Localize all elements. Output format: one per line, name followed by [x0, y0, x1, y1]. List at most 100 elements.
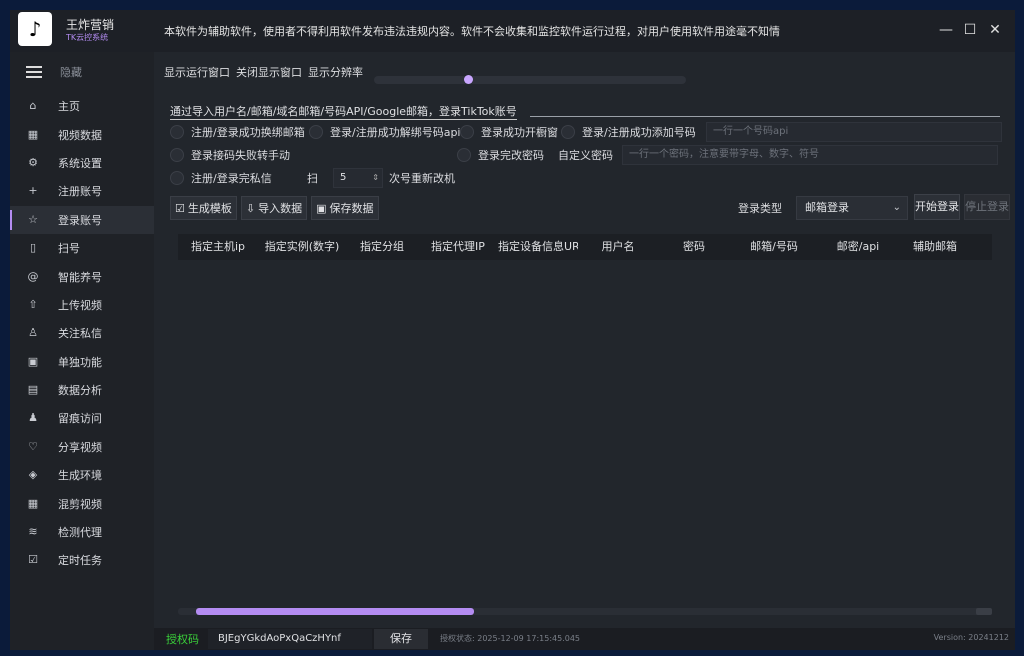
generate-template-button[interactable]: ☑ 生成模板 [170, 196, 237, 220]
sidebar-item[interactable]: ☆ 登录账号 [10, 205, 154, 234]
sidebar-item-label: 混剪视频 [58, 497, 102, 511]
chevron-down-icon: ⌄ [892, 202, 901, 213]
option-radio[interactable] [309, 125, 323, 139]
phone-icon: ▯ [29, 241, 37, 255]
app-logo: ♪ [18, 12, 52, 46]
disclaimer-notice: 本软件为辅助软件，使用者不得利用软件发布违法违规内容。软件不会收集和监控软件运行… [164, 25, 780, 38]
option-radio[interactable] [460, 125, 474, 139]
column-header[interactable]: 指定分组 [346, 234, 418, 260]
custom-password-input[interactable]: 一行一个密码，注意要带字母、数字、符号 [622, 145, 998, 165]
horizontal-scrollbar[interactable] [178, 608, 992, 615]
options-row-1: 注册/登录成功换绑邮箱 登录/注册成功解绑号码api 登录成功开橱窗 登录/注册… [170, 122, 1002, 142]
sidebar-item[interactable]: ♙ 关注私信 [10, 319, 154, 347]
scan-suffix: 次号重新改机 [389, 172, 455, 185]
sidebar-item[interactable]: ▦ 视频数据 [10, 120, 154, 148]
sidebar-item[interactable]: ▤ 数据分析 [10, 376, 154, 404]
menu-icon[interactable] [26, 66, 42, 78]
tiktok-logo-icon: ♪ [28, 17, 42, 41]
sidebar-hide-label[interactable]: 隐藏 [60, 64, 82, 80]
sidebar-item[interactable]: ≋ 检测代理 [10, 518, 154, 546]
minimize-button[interactable]: — [936, 20, 956, 40]
scrollbar-end[interactable] [976, 608, 992, 615]
generate-template-label: 生成模板 [187, 202, 232, 215]
sidebar-item[interactable]: @ 智能养号 [10, 262, 154, 290]
sidebar-item-label: 单独功能 [58, 355, 102, 369]
option-label[interactable]: 登录成功开橱窗 [481, 124, 561, 140]
sidebar-item[interactable]: ⚙ 系统设置 [10, 149, 154, 177]
sidebar-item[interactable]: ▣ 单独功能 [10, 348, 154, 376]
option-label[interactable]: 登录完改密码 [478, 147, 558, 163]
option-label[interactable]: 登录/注册成功添加号码 [582, 124, 706, 140]
checkbox-icon: ☑ [28, 553, 38, 567]
title-bar: ♪ 王炸营销 TK云控系统 本软件为辅助软件，使用者不得利用软件发布违法违规内容… [10, 10, 1015, 52]
save-data-label: 保存数据 [329, 202, 374, 215]
sidebar-item[interactable]: ♟ 留痕访问 [10, 404, 154, 432]
slider-thumb[interactable] [464, 75, 473, 84]
show-window-button[interactable]: 显示运行窗口 [164, 66, 230, 79]
sidebar-item[interactable]: ♡ 分享视频 [10, 433, 154, 461]
phone-api-input[interactable]: 一行一个号码api [706, 122, 1002, 142]
column-header[interactable]: 辅助邮箱 [898, 234, 972, 260]
scrollbar-thumb[interactable] [196, 608, 474, 615]
column-header[interactable]: 密码 [658, 234, 730, 260]
checkbox-icon: ☑ [175, 201, 185, 215]
cloud-download-icon: ⇩ [245, 201, 256, 215]
column-header[interactable]: 指定主机ip [178, 234, 258, 260]
sidebar-item[interactable]: ▯ 扫号 [10, 234, 154, 262]
home-icon: ⌂ [29, 99, 37, 113]
plus-icon: + [28, 184, 38, 198]
option-radio[interactable] [170, 171, 184, 185]
option-radio[interactable] [561, 125, 575, 139]
login-type-label: 登录类型 [738, 202, 782, 215]
sidebar-toggle[interactable]: 隐藏 [10, 52, 154, 92]
main-panel: 显示运行窗口 关闭显示窗口 显示分辨率 通过导入用户名/邮箱/域名邮箱/号码API/… [154, 60, 1010, 640]
close-window-button[interactable]: 关闭显示窗口 [236, 66, 302, 79]
sidebar-item[interactable]: ▦ 混剪视频 [10, 489, 154, 517]
column-header[interactable]: 邮密/api [818, 234, 898, 260]
film-icon: ▦ [27, 496, 39, 510]
column-header[interactable]: 用户名 [578, 234, 658, 260]
sidebar-item[interactable]: + 注册账号 [10, 177, 154, 205]
auth-code-input[interactable]: BJEgYGkdAoPxQaCzHYnf [208, 629, 372, 649]
sidebar-item-label: 分享视频 [58, 440, 102, 454]
status-footer: 授权码 BJEgYGkdAoPxQaCzHYnf 保存 授权状态: 2025-1… [154, 628, 1015, 650]
maximize-button[interactable]: ☐ [960, 20, 980, 40]
resolution-slider[interactable] [374, 75, 686, 84]
option-radio[interactable] [170, 148, 184, 162]
start-login-button[interactable]: 开始登录 [914, 194, 960, 220]
scan-count-input[interactable]: 5 ⇕ [333, 168, 383, 188]
option-label[interactable]: 登录/注册成功解绑号码api [330, 124, 461, 140]
save-auth-button[interactable]: 保存 [374, 629, 428, 649]
import-data-button[interactable]: ⇩ 导入数据 [240, 196, 308, 220]
user-plus-icon: ♙ [28, 326, 38, 340]
option-label[interactable]: 注册/登录成功换绑邮箱 [191, 124, 309, 140]
star-icon: ☆ [28, 212, 38, 226]
save-data-button[interactable]: ▣ 保存数据 [311, 196, 379, 220]
sidebar-item[interactable]: ☑ 定时任务 [10, 546, 154, 574]
app-subtitle: TK云控系统 [66, 33, 109, 42]
spinner-arrows-icon[interactable]: ⇕ [372, 169, 379, 187]
option-radio[interactable] [457, 148, 471, 162]
column-header[interactable]: 指定实例(数字) [258, 234, 346, 260]
sidebar-item[interactable]: ⇧ 上传视频 [10, 291, 154, 319]
stop-login-button[interactable]: 停止登录 [964, 194, 1010, 220]
sidebar-item-label: 关注私信 [58, 327, 102, 341]
close-button[interactable]: ✕ [985, 20, 1005, 40]
sidebar-item-label: 扫号 [58, 242, 80, 256]
users-icon: ♟ [28, 411, 38, 425]
4k-icon: ▣ [27, 354, 39, 368]
column-header[interactable]: 邮箱/号码 [730, 234, 818, 260]
sidebar-item-label: 登录账号 [58, 213, 102, 227]
sidebar-item[interactable]: ⌂ 主页 [10, 92, 154, 120]
option-label[interactable]: 注册/登录完私信 [191, 170, 307, 186]
sidebar-item[interactable]: ◈ 生成环境 [10, 461, 154, 489]
column-header[interactable]: 指定设备信息URL [498, 234, 578, 260]
option-label[interactable]: 登录接码失败转手动 [191, 147, 457, 163]
version-label: Version: 20241212 [933, 633, 1009, 642]
auth-status: 授权状态: 2025-12-09 17:15:45.045 [440, 634, 581, 643]
column-header[interactable]: 指定代理IP [418, 234, 498, 260]
rss-icon: ≋ [28, 525, 38, 539]
calendar-check-icon: ▤ [27, 383, 39, 397]
option-radio[interactable] [170, 125, 184, 139]
login-type-select[interactable]: 邮箱登录 ⌄ [796, 196, 908, 220]
